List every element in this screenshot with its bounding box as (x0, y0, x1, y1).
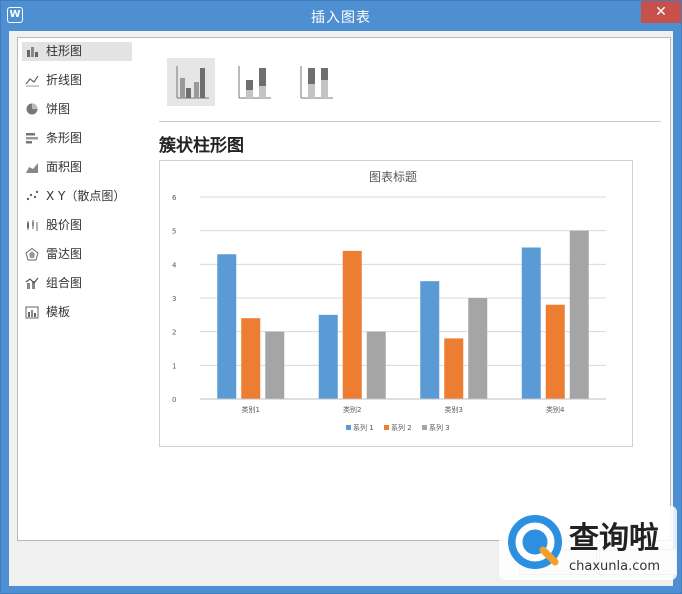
bar-series1-cat2[interactable] (318, 314, 338, 399)
area-chart-icon (25, 161, 39, 173)
legend-label: 系列 3 (429, 423, 450, 432)
bar-series1-cat1[interactable] (217, 254, 237, 399)
pie-chart-icon (25, 103, 39, 115)
x-tick-label: 类别2 (343, 405, 361, 414)
bar-series2-cat4[interactable] (545, 304, 565, 399)
sidebar-item-label: 组合图 (46, 276, 83, 290)
bar-series1-cat4[interactable] (521, 247, 541, 400)
x-tick-label: 类别3 (445, 405, 463, 414)
template-icon (25, 306, 39, 319)
y-tick-label: 2 (172, 329, 176, 337)
sidebar-item-label: 面积图 (46, 160, 83, 174)
y-tick-label: 6 (172, 194, 177, 202)
insert-chart-dialog: W 插入图表 ✕ 柱形图折线图饼图条形图面积图 X Y（散点图） 股价图雷达图组合图… (0, 0, 682, 594)
sidebar-item-pie-chart[interactable]: 饼图 (22, 100, 132, 119)
watermark-text-cn: 查询啦 (569, 521, 659, 556)
radar-chart-icon (25, 247, 39, 261)
legend-swatch (346, 425, 351, 430)
sidebar-item-bar-chart[interactable]: 条形图 (22, 129, 132, 148)
combo-chart-icon (25, 277, 39, 289)
sidebar-item-radar-chart[interactable]: 雷达图 (22, 245, 132, 264)
bar-series3-cat4[interactable] (569, 230, 589, 399)
sidebar-item-label: 股价图 (46, 218, 83, 232)
x-tick-label: 类别4 (546, 405, 565, 414)
subtype-clustered-column[interactable] (167, 58, 215, 106)
stacked-column-icon (238, 66, 271, 99)
sidebar-item-label: 饼图 (46, 102, 71, 116)
y-tick-label: 5 (172, 228, 176, 236)
bar-series2-cat3[interactable] (444, 338, 464, 399)
x-tick-label: 类别1 (242, 405, 260, 414)
dialog-body: 柱形图折线图饼图条形图面积图 X Y（散点图） 股价图雷达图组合图模板 (9, 31, 677, 586)
line-chart-icon (25, 74, 39, 87)
legend-swatch (384, 425, 389, 430)
sidebar-item-label: 折线图 (46, 73, 83, 87)
title-bar: W 插入图表 ✕ (1, 1, 681, 31)
legend-label: 系列 1 (353, 423, 374, 432)
sidebar-item-label: 模板 (46, 305, 71, 319)
divider (159, 121, 661, 122)
dialog-title: 插入图表 (311, 10, 371, 26)
sidebar-item-label: X Y（散点图） (46, 189, 126, 203)
bar-series3-cat3[interactable] (468, 298, 488, 399)
sidebar-item-label: 雷达图 (46, 247, 83, 261)
sidebar-item-area-chart[interactable]: 面积图 (22, 158, 132, 177)
chart-preview[interactable]: 图表标题 0 1 2 3 4 5 6 类别1 类别2 类别3 类别4 系列 1 系列 2 系列 3 (159, 160, 633, 447)
bar-series3-cat2[interactable] (366, 331, 386, 399)
chart-type-list: 柱形图折线图饼图条形图面积图 X Y（散点图） 股价图雷达图组合图模板 (17, 37, 142, 541)
legend-label: 系列 2 (391, 423, 412, 432)
bar-series3-cat1[interactable] (265, 331, 285, 399)
bar-chart-icon (25, 132, 39, 144)
sidebar-item-combo-chart[interactable]: 组合图 (22, 274, 132, 293)
chart-svg: 图表标题 0 1 2 3 4 5 6 类别1 类别2 类别3 类别4 系列 1 系列 2 系列 3 (172, 170, 606, 432)
subtype-stacked-column[interactable] (229, 58, 277, 106)
preview-heading: 簇状柱形图 (159, 136, 244, 156)
chart-title[interactable]: 图表标题 (369, 170, 417, 184)
sidebar-item-line-chart[interactable]: 折线图 (22, 71, 132, 90)
close-button[interactable]: ✕ (641, 1, 681, 23)
watermark-logo: 查询啦 chaxunla.com (499, 506, 677, 580)
scatter-chart-icon (25, 190, 39, 202)
sidebar-item-stock-chart[interactable]: 股价图 (22, 216, 132, 235)
bar-series1-cat3[interactable] (420, 281, 440, 399)
clustered-column-icon (176, 66, 209, 99)
y-tick-label: 1 (172, 362, 176, 370)
sidebar-item-column-chart[interactable]: 柱形图 (22, 42, 132, 61)
sidebar-item-label: 条形图 (46, 131, 83, 145)
column-chart-icon (25, 45, 39, 57)
watermark-svg: 查询啦 chaxunla.com (499, 506, 677, 580)
percent-stacked-column-icon (300, 66, 333, 99)
watermark-text-url: chaxunla.com (569, 559, 660, 574)
legend-swatch (422, 425, 427, 430)
y-tick-label: 4 (172, 261, 177, 269)
sidebar-item-scatter-chart[interactable]: X Y（散点图） (22, 187, 132, 206)
subtype-percent-stacked-column[interactable] (291, 58, 339, 106)
y-tick-label: 3 (172, 295, 176, 303)
sidebar-item-label: 柱形图 (46, 44, 83, 58)
stock-chart-icon (25, 219, 39, 231)
bar-series2-cat1[interactable] (241, 318, 261, 399)
sidebar-item-template[interactable]: 模板 (22, 303, 132, 322)
chart-panel: 簇状柱形图 图表标题 0 1 2 3 4 5 6 类别1 类别2 类别3 类别4 系列 1 系列 2 系列 … (141, 37, 671, 541)
bar-series2-cat2[interactable] (342, 250, 362, 399)
y-tick-label: 0 (172, 396, 176, 404)
